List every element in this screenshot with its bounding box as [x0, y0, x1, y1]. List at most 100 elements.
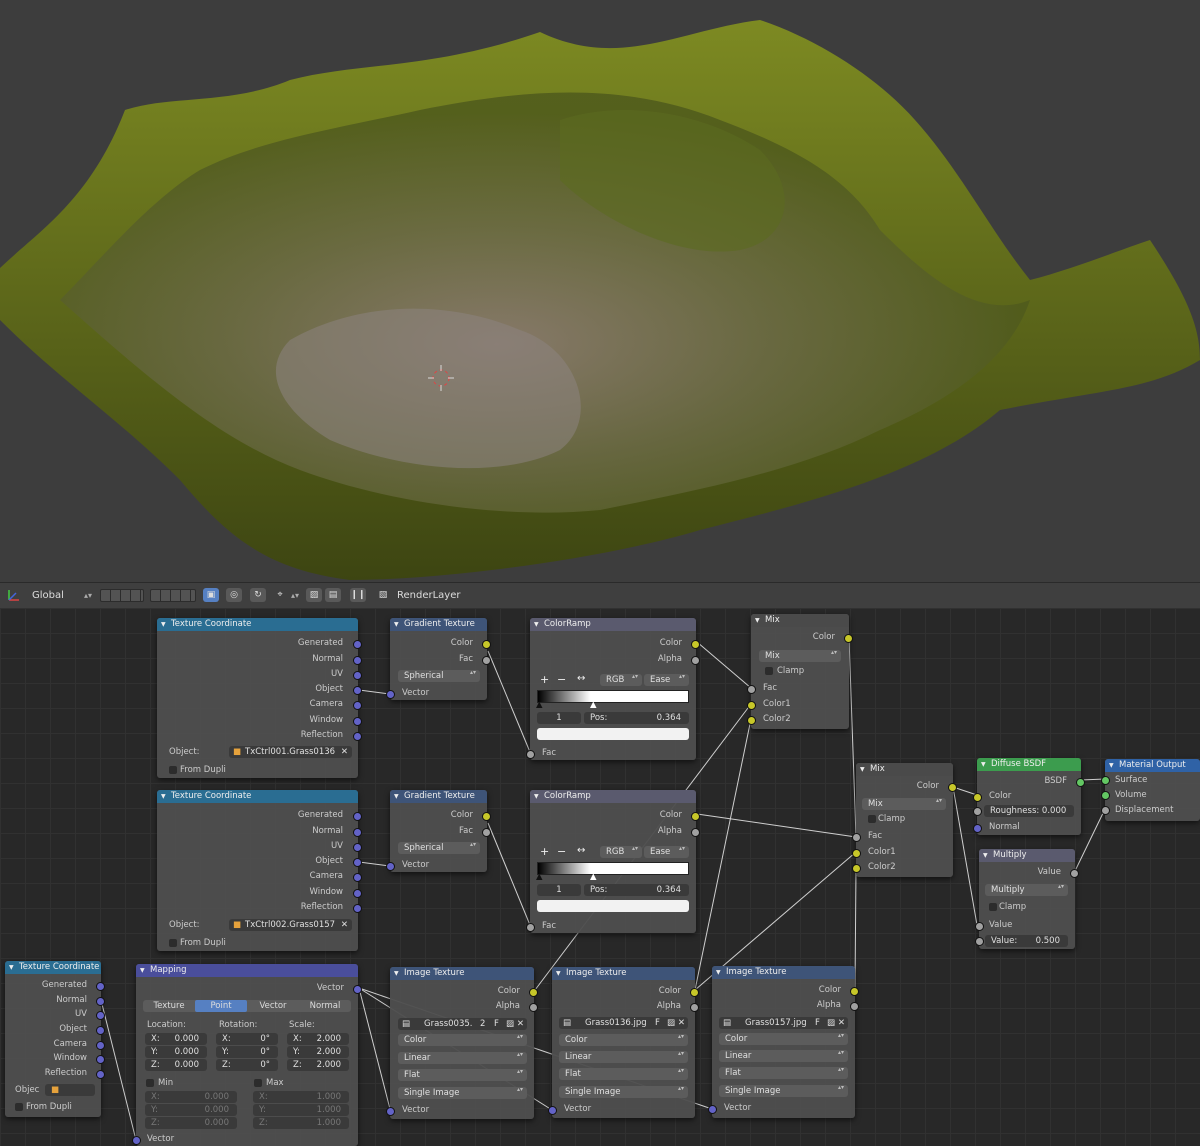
unlink-icon[interactable]: ✕ — [838, 1017, 845, 1029]
socket-color[interactable] — [691, 640, 700, 649]
add-stop-icon[interactable]: + — [540, 673, 549, 686]
position-field[interactable]: Pos: 0.364 — [584, 884, 689, 896]
unlink-icon[interactable]: ✕ — [678, 1017, 685, 1029]
orientation-select[interactable]: Global — [32, 588, 64, 603]
unlink-icon[interactable]: ✕ — [517, 1018, 524, 1030]
socket-value-1[interactable] — [975, 922, 984, 931]
socket-object[interactable] — [353, 686, 362, 695]
node-header[interactable]: Diffuse BSDF — [977, 758, 1081, 771]
max-z-field[interactable]: Z: 1.000 — [253, 1117, 349, 1129]
node-header[interactable]: Texture Coordinate — [157, 790, 358, 803]
image-texture-node-3[interactable]: Image Texture Color Alpha ▤ Grass0157.jp… — [708, 966, 859, 1118]
texture-coordinate-node-2[interactable]: Texture Coordinate Generated Normal UV O… — [157, 790, 362, 951]
projection-select[interactable]: Flat — [559, 1068, 688, 1080]
transform-orientation-icon[interactable] — [6, 588, 22, 602]
stop-1-handle-icon[interactable]: ▲ — [590, 700, 597, 710]
render-icon[interactable]: ◎ — [226, 588, 242, 602]
texture-coordinate-node-1[interactable]: Texture Coordinate Generated Normal UV O… — [157, 618, 362, 778]
stop-color-swatch[interactable] — [537, 728, 689, 740]
socket-roughness[interactable] — [973, 807, 982, 816]
image-browse-icon[interactable]: ▤ — [563, 1017, 571, 1029]
rotation-z-field[interactable]: Z: 0° — [216, 1059, 278, 1071]
layer-buttons-1[interactable] — [100, 589, 144, 602]
colorramp-node-2[interactable]: ColorRamp Color Alpha + − ↔ RGB Ease ▲ ▲… — [526, 790, 700, 933]
image-file-field[interactable]: ▤ Grass0035. 2 F ▨ ✕ — [398, 1018, 527, 1030]
clamp-checkbox[interactable] — [765, 667, 773, 675]
socket-fac[interactable] — [852, 833, 861, 842]
projection-select[interactable]: Flat — [719, 1067, 848, 1079]
socket-camera[interactable] — [353, 873, 362, 882]
socket-vector-out[interactable] — [353, 985, 362, 994]
socket-color1[interactable] — [747, 701, 756, 710]
image-browse-icon[interactable]: ▤ — [402, 1018, 410, 1030]
socket-color[interactable] — [948, 783, 957, 792]
socket-uv[interactable] — [353, 843, 362, 852]
lock-layers-icon[interactable]: ▣ — [203, 588, 219, 602]
scale-y-field[interactable]: Y: 2.000 — [287, 1046, 349, 1058]
stop-1-handle-icon[interactable]: ▲ — [590, 872, 597, 882]
color-mode-select[interactable]: RGB — [600, 674, 642, 686]
flip-ramp-icon[interactable]: ↔ — [577, 673, 585, 684]
clamp-checkbox[interactable] — [989, 903, 997, 911]
socket-vector[interactable] — [386, 1107, 395, 1116]
socket-vector-in[interactable] — [132, 1136, 141, 1145]
socket-window[interactable] — [96, 1055, 105, 1064]
clamp-checkbox[interactable] — [868, 815, 876, 823]
blend-type-select[interactable]: Mix — [759, 650, 841, 662]
image-source-select[interactable]: Single Image — [719, 1085, 848, 1097]
rotation-x-field[interactable]: X: 0° — [216, 1033, 278, 1045]
socket-vector[interactable] — [386, 690, 395, 699]
node-header[interactable]: Texture Coordinate — [5, 961, 101, 974]
remove-stop-icon[interactable]: − — [557, 673, 566, 686]
node-header[interactable]: Mix — [751, 614, 849, 627]
max-checkbox[interactable] — [254, 1079, 262, 1087]
object-field[interactable]: ■ TxCtrl001.Grass0136 ✕ — [229, 746, 352, 758]
node-header[interactable]: Image Texture — [712, 966, 855, 979]
camera-render-icon[interactable]: ▨ — [306, 588, 322, 602]
image-texture-node-2[interactable]: Image Texture Color Alpha ▤ Grass0136.jp… — [548, 967, 699, 1118]
socket-fac[interactable] — [482, 656, 491, 665]
remove-stop-icon[interactable]: − — [557, 845, 566, 858]
roughness-field[interactable]: Roughness: 0.000 — [984, 805, 1074, 817]
tab-texture[interactable]: Texture — [143, 1000, 195, 1012]
position-field[interactable]: Pos: 0.364 — [584, 712, 689, 724]
mapping-node[interactable]: Mapping Vector Texture Point Vector Norm… — [132, 964, 362, 1146]
socket-normal[interactable] — [973, 824, 982, 833]
node-header[interactable]: Mapping — [136, 964, 358, 977]
interpolation-select[interactable]: Linear — [719, 1050, 848, 1062]
socket-bsdf[interactable] — [1076, 778, 1085, 787]
socket-surface[interactable] — [1101, 776, 1110, 785]
socket-fac[interactable] — [526, 923, 535, 932]
socket-normal[interactable] — [353, 828, 362, 837]
snap-icon[interactable]: ↻ — [250, 588, 266, 602]
color-ramp-bar[interactable] — [537, 862, 689, 875]
socket-uv[interactable] — [96, 1011, 105, 1020]
socket-reflection[interactable] — [96, 1070, 105, 1079]
socket-uv[interactable] — [353, 671, 362, 680]
from-dupli-checkbox[interactable] — [169, 766, 177, 774]
gradient-texture-node-1[interactable]: Gradient Texture Color Fac Spherical Vec… — [386, 618, 491, 700]
from-dupli-checkbox[interactable] — [15, 1103, 23, 1111]
gradient-type-select[interactable]: Spherical — [398, 842, 480, 854]
socket-alpha[interactable] — [691, 656, 700, 665]
socket-normal[interactable] — [353, 656, 362, 665]
node-header[interactable]: Image Texture — [552, 967, 695, 980]
image-source-select[interactable]: Single Image — [398, 1087, 527, 1099]
socket-generated[interactable] — [353, 640, 362, 649]
socket-color[interactable] — [529, 988, 538, 997]
gradient-texture-node-2[interactable]: Gradient Texture Color Fac Spherical Vec… — [386, 790, 491, 872]
texture-coordinate-node-3[interactable]: Texture Coordinate Generated Normal UV O… — [5, 961, 105, 1117]
node-header[interactable]: Material Output — [1105, 759, 1200, 772]
material-output-node[interactable]: Material Output Surface Volume Displacem… — [1101, 759, 1200, 821]
stop-index-field[interactable]: 1 — [537, 712, 581, 724]
node-header[interactable]: Multiply — [979, 849, 1075, 862]
node-header[interactable]: Mix — [856, 763, 953, 776]
mix-node-2[interactable]: Mix Color Mix Clamp Fac Color1 Color2 — [852, 763, 957, 877]
tab-normal[interactable]: Normal — [299, 1000, 351, 1012]
socket-color2[interactable] — [852, 864, 861, 873]
socket-fac[interactable] — [526, 750, 535, 759]
object-field[interactable]: ■ — [45, 1084, 95, 1096]
projection-select[interactable]: Flat — [398, 1069, 527, 1081]
socket-generated[interactable] — [353, 812, 362, 821]
socket-camera[interactable] — [353, 701, 362, 710]
